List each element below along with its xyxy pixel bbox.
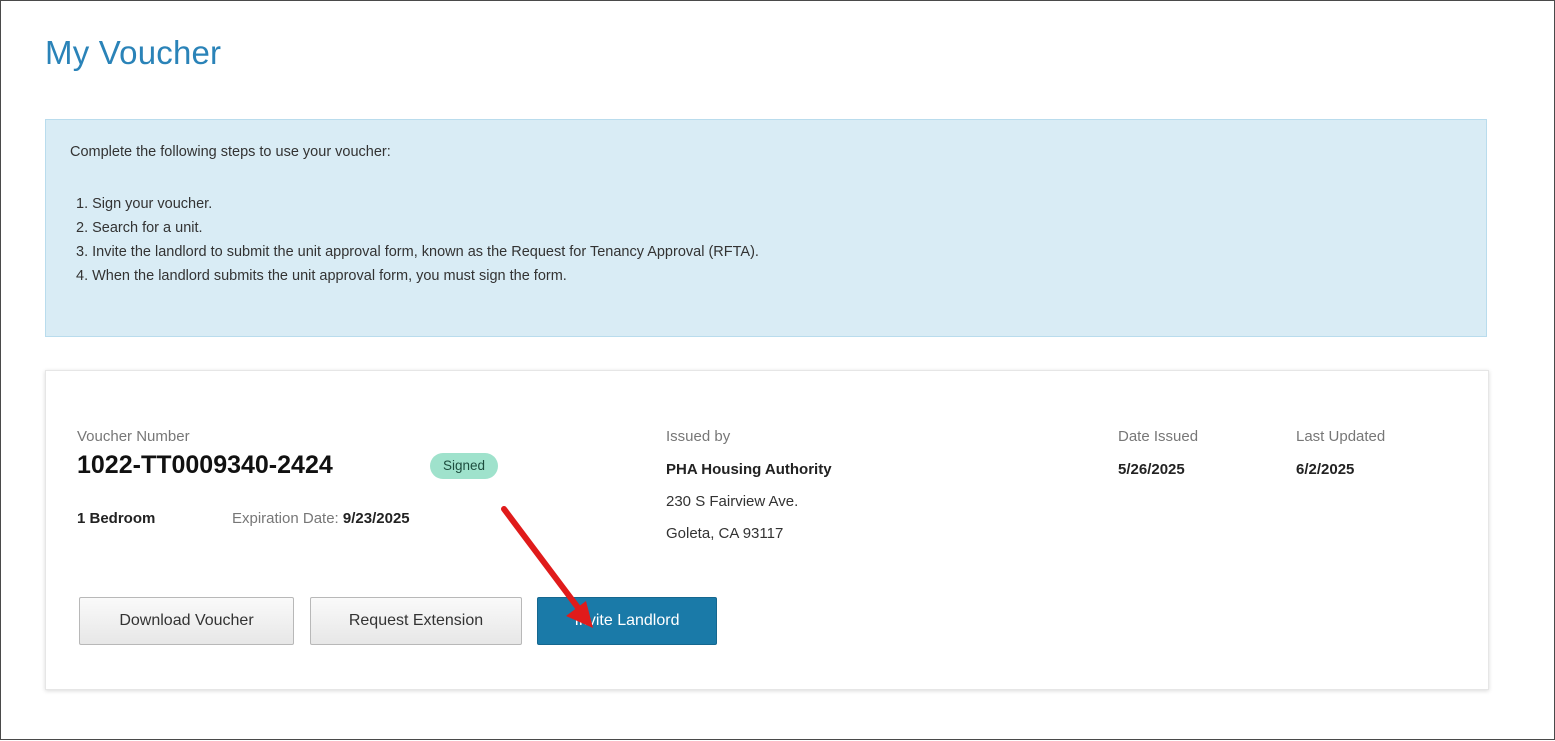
voucher-number-label: Voucher Number bbox=[77, 428, 190, 445]
step-item: 2. Search for a unit. bbox=[76, 220, 203, 236]
instructions-steps: 1. Sign your voucher. 2. Search for a un… bbox=[76, 192, 759, 288]
issuer-address-line1: 230 S Fairview Ave. bbox=[666, 493, 799, 510]
invite-landlord-button[interactable]: Invite Landlord bbox=[537, 597, 717, 645]
app-frame: My Voucher Complete the following steps … bbox=[0, 0, 1555, 740]
request-extension-button[interactable]: Request Extension bbox=[310, 597, 522, 645]
step-item: 1. Sign your voucher. bbox=[76, 196, 213, 212]
date-issued-label: Date Issued bbox=[1118, 428, 1199, 445]
last-updated: 6/2/2025 bbox=[1296, 461, 1355, 478]
date-issued: 5/26/2025 bbox=[1118, 461, 1185, 478]
voucher-number: 1022-TT0009340-2424 bbox=[77, 451, 333, 479]
download-voucher-button[interactable]: Download Voucher bbox=[79, 597, 294, 645]
instructions-intro: Complete the following steps to use your… bbox=[70, 144, 391, 160]
expiration-info: Expiration Date: 9/23/2025 bbox=[232, 510, 410, 527]
issued-by-label: Issued by bbox=[666, 428, 731, 445]
expiration-date: 9/23/2025 bbox=[342, 510, 410, 527]
last-updated-label: Last Updated bbox=[1296, 428, 1386, 445]
bedroom-count: 1 Bedroom bbox=[77, 510, 156, 527]
voucher-card: Voucher Number 1022-TT0009340-2424 Signe… bbox=[45, 370, 1489, 690]
status-badge: Signed bbox=[430, 453, 499, 479]
issuer-address-line2: Goleta, CA 93117 bbox=[666, 525, 784, 542]
expiration-label: Expiration Date: bbox=[232, 510, 339, 527]
step-item: 4. When the landlord submits the unit ap… bbox=[76, 268, 567, 284]
instructions-panel: Complete the following steps to use your… bbox=[45, 119, 1487, 337]
step-item: 3. Invite the landlord to submit the uni… bbox=[76, 244, 759, 260]
page-title: My Voucher bbox=[45, 34, 222, 71]
issuer-name: PHA Housing Authority bbox=[666, 461, 832, 478]
